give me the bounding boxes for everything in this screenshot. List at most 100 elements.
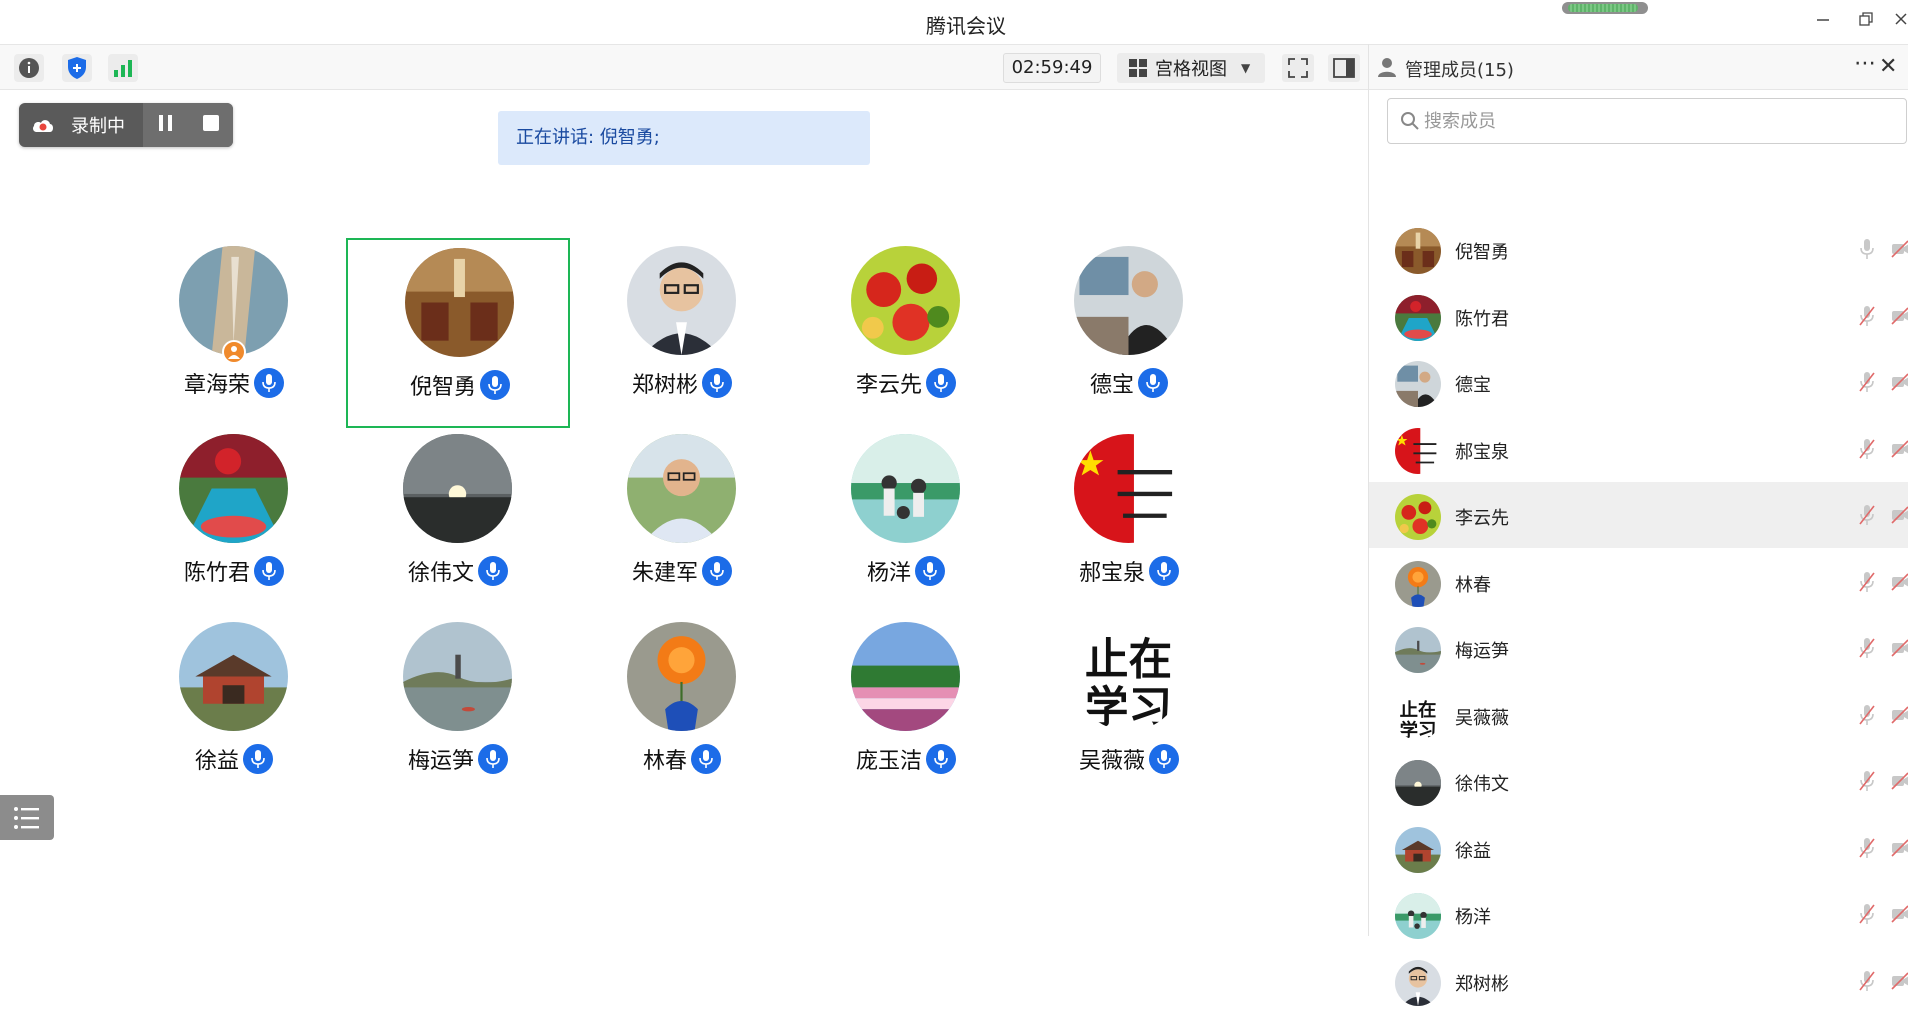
member-row[interactable]: 郝宝泉 — [1369, 416, 1908, 482]
microphone-muted-icon[interactable] — [1859, 371, 1875, 397]
minimize-button[interactable] — [1808, 8, 1838, 36]
member-row[interactable]: 梅运笋 — [1369, 615, 1908, 681]
participant-tile[interactable]: 林春 — [570, 614, 794, 804]
participant-tile[interactable]: 徐伟文 — [346, 426, 570, 616]
microphone-icon[interactable] — [1859, 238, 1875, 264]
member-row[interactable]: 德宝 — [1369, 349, 1908, 415]
participant-name-row: 郑树彬 — [570, 367, 794, 399]
participant-tile[interactable]: 梅运笋 — [346, 614, 570, 804]
microphone-icon — [926, 744, 956, 774]
member-avatar — [1395, 893, 1441, 939]
microphone-icon — [254, 556, 284, 586]
participant-tile[interactable]: 郝宝泉 — [1017, 426, 1241, 616]
participant-name-row: 林春 — [570, 743, 794, 775]
member-panel-header: 管理成员(15) ⋯ ✕ — [1369, 44, 1908, 90]
participant-tile[interactable]: 徐益 — [122, 614, 346, 804]
pause-recording-button[interactable] — [157, 114, 175, 136]
microphone-muted-icon[interactable] — [1859, 504, 1875, 530]
member-row[interactable]: 杨洋 — [1369, 881, 1908, 947]
network-stats-button[interactable] — [108, 54, 138, 82]
close-window-button[interactable] — [1892, 8, 1908, 36]
chevron-down-icon: ▼ — [1241, 61, 1251, 75]
info-icon — [19, 58, 39, 78]
participant-tile[interactable]: 倪智勇 — [346, 238, 570, 428]
participant-tile[interactable]: 朱建军 — [570, 426, 794, 616]
participant-tile[interactable]: 止在 学习 吴薇薇 — [1017, 614, 1241, 804]
security-button[interactable] — [62, 54, 92, 82]
participant-tile[interactable]: 陈竹君 — [122, 426, 346, 616]
transcript-list-button[interactable] — [0, 795, 54, 840]
meeting-info-button[interactable] — [14, 54, 44, 82]
camera-off-icon[interactable] — [1891, 439, 1908, 462]
close-panel-button[interactable]: ✕ — [1879, 54, 1897, 79]
camera-off-icon[interactable] — [1891, 838, 1908, 861]
microphone-muted-icon[interactable] — [1859, 770, 1875, 796]
camera-off-icon[interactable] — [1891, 705, 1908, 728]
participant-tile[interactable]: 德宝 — [1017, 238, 1241, 428]
camera-off-icon[interactable] — [1891, 373, 1908, 395]
microphone-muted-icon[interactable] — [1859, 903, 1875, 929]
more-options-button[interactable]: ⋯ — [1854, 51, 1877, 76]
member-row[interactable]: 止在 学习 吴薇薇 — [1369, 682, 1908, 748]
participant-tile[interactable]: 庞玉洁 — [794, 614, 1018, 804]
stop-recording-button[interactable] — [202, 114, 220, 136]
svg-text:止在: 止在 — [1085, 635, 1172, 685]
microphone-muted-icon[interactable] — [1859, 837, 1875, 863]
participant-name: 梅运笋 — [407, 749, 474, 774]
member-name: 陈竹君 — [1455, 308, 1509, 330]
view-mode-select[interactable]: 宫格视图 ▼ — [1117, 53, 1265, 83]
camera-off-icon[interactable] — [1891, 639, 1908, 661]
member-row[interactable]: 林春 — [1369, 549, 1908, 615]
participant-tile[interactable]: 郑树彬 — [570, 238, 794, 428]
search-icon — [1401, 112, 1419, 130]
participant-avatar — [851, 434, 960, 543]
participant-avatar — [403, 622, 512, 731]
member-row[interactable]: 徐伟文 — [1369, 748, 1908, 814]
member-avatar — [1395, 228, 1441, 274]
participant-name-row: 德宝 — [1017, 367, 1241, 399]
camera-off-icon[interactable] — [1891, 506, 1908, 528]
member-name: 郑树彬 — [1455, 973, 1509, 995]
participant-name-row: 徐益 — [122, 743, 346, 775]
fullscreen-button[interactable] — [1282, 54, 1314, 82]
member-row[interactable]: 李云先 — [1369, 482, 1908, 548]
member-row[interactable]: 陈竹君 — [1369, 283, 1908, 349]
participant-avatar — [627, 622, 736, 731]
member-avatar — [1395, 361, 1441, 407]
member-row[interactable]: 倪智勇 — [1369, 216, 1908, 282]
camera-off-icon[interactable] — [1891, 772, 1908, 794]
microphone-muted-icon[interactable] — [1859, 637, 1875, 663]
participant-name-row: 郝宝泉 — [1017, 555, 1241, 587]
member-search-input[interactable] — [1424, 107, 1884, 135]
toggle-sidebar-button[interactable] — [1328, 54, 1360, 82]
recording-controls — [143, 103, 233, 147]
microphone-muted-icon[interactable] — [1859, 571, 1875, 597]
participant-tile[interactable]: 章海荣 — [122, 238, 346, 428]
participant-tile[interactable]: 李云先 — [794, 238, 1018, 428]
camera-off-icon[interactable] — [1891, 240, 1908, 262]
recording-indicator: 录制中 — [19, 103, 233, 147]
participant-name-row: 倪智勇 — [348, 369, 572, 401]
member-row[interactable]: 徐益 — [1369, 815, 1908, 881]
participant-tile[interactable]: 杨洋 — [794, 426, 1018, 616]
microphone-muted-icon[interactable] — [1859, 970, 1875, 996]
meeting-timer: 02:59:49 — [1003, 53, 1101, 83]
camera-off-icon[interactable] — [1891, 905, 1908, 927]
member-name: 郝宝泉 — [1455, 441, 1509, 463]
host-badge-icon — [222, 340, 246, 364]
member-avatar — [1395, 427, 1441, 474]
camera-off-icon[interactable] — [1891, 572, 1908, 595]
member-avatar — [1395, 294, 1441, 341]
microphone-muted-icon[interactable] — [1859, 438, 1875, 464]
member-avatar — [1395, 826, 1441, 873]
window-title: 腾讯会议 — [926, 14, 1006, 38]
microphone-muted-icon[interactable] — [1859, 704, 1875, 730]
shield-icon — [68, 57, 86, 79]
camera-off-icon[interactable] — [1891, 306, 1908, 329]
member-search — [1387, 98, 1907, 144]
restore-button[interactable] — [1851, 8, 1881, 36]
participant-name-row: 庞玉洁 — [794, 743, 1018, 775]
microphone-muted-icon[interactable] — [1859, 305, 1875, 331]
camera-off-icon[interactable] — [1891, 971, 1908, 994]
member-row[interactable]: 郑树彬 — [1369, 948, 1908, 1014]
